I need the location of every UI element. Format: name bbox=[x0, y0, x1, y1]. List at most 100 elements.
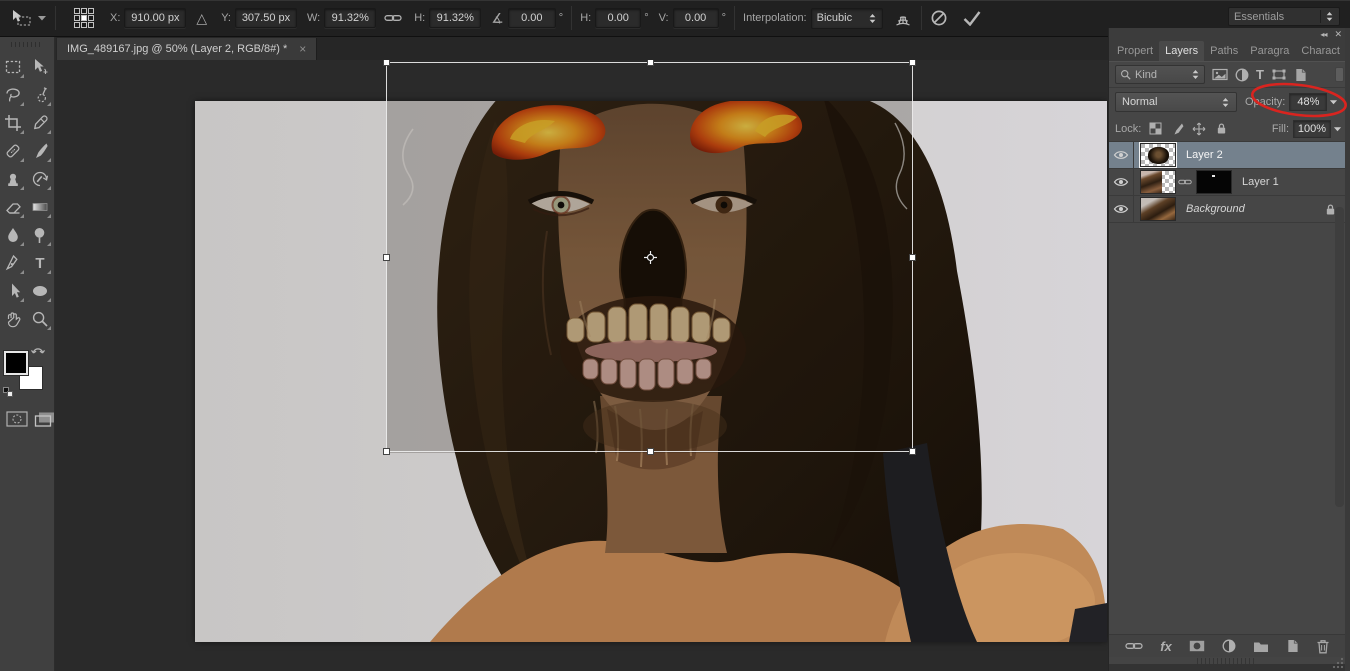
history-brush-tool[interactable] bbox=[27, 165, 53, 193]
v-skew-field[interactable]: 0.00 bbox=[673, 8, 719, 28]
clone-stamp-tool[interactable] bbox=[0, 165, 26, 193]
commit-transform-icon[interactable] bbox=[962, 10, 982, 26]
tab-paragraph[interactable]: Paragra bbox=[1244, 41, 1295, 61]
layer-name[interactable]: Layer 1 bbox=[1242, 176, 1279, 188]
layers-scrollbar[interactable] bbox=[1335, 207, 1344, 507]
pen-tool[interactable] bbox=[0, 249, 26, 277]
new-layer-icon[interactable] bbox=[1286, 639, 1299, 653]
transform-handle-top-right[interactable] bbox=[909, 60, 916, 66]
interpolation-dropdown[interactable]: Bicubic bbox=[811, 8, 883, 29]
eyedropper-tool[interactable] bbox=[27, 109, 53, 137]
transform-handle-middle-right[interactable] bbox=[909, 254, 916, 261]
layer-style-fx-icon[interactable]: fx bbox=[1160, 639, 1172, 654]
rectangular-marquee-tool[interactable] bbox=[0, 53, 26, 81]
fill-dropdown-arrow[interactable] bbox=[1331, 120, 1344, 138]
layer-name[interactable]: Layer 2 bbox=[1186, 149, 1223, 161]
blur-tool[interactable] bbox=[0, 221, 26, 249]
relative-position-delta-icon[interactable]: △ bbox=[196, 10, 207, 27]
layer-name[interactable]: Background bbox=[1186, 203, 1245, 215]
new-adjustment-layer-icon[interactable] bbox=[1222, 639, 1236, 653]
filter-adjustment-layers-icon[interactable] bbox=[1235, 68, 1249, 82]
swap-colors-icon[interactable] bbox=[31, 345, 45, 355]
lock-position-icon[interactable] bbox=[1191, 121, 1207, 137]
free-transform-bounding-box[interactable] bbox=[386, 62, 913, 452]
close-panel-icon[interactable]: ✕ bbox=[1334, 29, 1342, 40]
collapse-panels-icon[interactable]: ◂◂ bbox=[1320, 30, 1326, 39]
add-layer-mask-icon[interactable] bbox=[1189, 640, 1205, 652]
opacity-value[interactable]: 48% bbox=[1289, 93, 1327, 111]
transform-handle-middle-left[interactable] bbox=[383, 254, 390, 261]
quick-mask-mode-button[interactable] bbox=[6, 411, 28, 427]
layer1-thumbnail[interactable] bbox=[1140, 170, 1176, 194]
tool-preset-caret-icon[interactable] bbox=[37, 15, 47, 21]
filter-pixel-layers-icon[interactable] bbox=[1212, 68, 1228, 81]
ellipse-tool[interactable] bbox=[27, 277, 53, 305]
dodge-tool[interactable] bbox=[27, 221, 53, 249]
tab-layers[interactable]: Layers bbox=[1159, 41, 1204, 61]
quick-selection-tool[interactable] bbox=[27, 81, 53, 109]
delete-layer-icon[interactable] bbox=[1316, 639, 1330, 654]
transform-handle-top-center[interactable] bbox=[647, 60, 654, 66]
tab-properties[interactable]: Propert bbox=[1111, 41, 1159, 61]
current-tool-icon[interactable] bbox=[8, 8, 34, 28]
tab-close-icon[interactable]: × bbox=[299, 42, 306, 56]
transform-reference-point[interactable] bbox=[644, 251, 657, 264]
fill-value[interactable]: 100% bbox=[1293, 120, 1331, 138]
lock-transparent-pixels-icon[interactable] bbox=[1147, 121, 1163, 137]
link-layers-icon[interactable] bbox=[1125, 641, 1143, 651]
default-colors-icon[interactable] bbox=[3, 387, 13, 397]
reference-point-locator[interactable] bbox=[74, 8, 94, 28]
visibility-eye-icon[interactable] bbox=[1109, 142, 1134, 168]
zoom-tool[interactable] bbox=[27, 305, 53, 333]
path-selection-tool[interactable] bbox=[0, 277, 26, 305]
lock-all-icon[interactable] bbox=[1213, 121, 1229, 137]
new-group-icon[interactable] bbox=[1253, 640, 1269, 653]
filter-toggle-switch[interactable] bbox=[1335, 67, 1344, 82]
cancel-transform-icon[interactable] bbox=[930, 9, 948, 27]
filter-type-layers-icon[interactable]: T bbox=[1256, 68, 1264, 81]
visibility-eye-icon[interactable] bbox=[1109, 169, 1134, 195]
brush-tool[interactable] bbox=[27, 137, 53, 165]
screen-mode-button[interactable] bbox=[34, 411, 56, 427]
x-position-field[interactable]: 910.00 px bbox=[124, 8, 186, 28]
layer-filter-kind-dropdown[interactable]: Kind bbox=[1115, 65, 1205, 84]
transform-handle-bottom-left[interactable] bbox=[383, 448, 390, 455]
tab-character[interactable]: Charact bbox=[1295, 41, 1346, 61]
warp-mode-toggle-icon[interactable] bbox=[893, 9, 913, 27]
layer1-mask-thumbnail[interactable] bbox=[1196, 170, 1232, 194]
toolbox-grip[interactable] bbox=[11, 42, 43, 47]
spot-healing-brush-tool[interactable] bbox=[0, 137, 26, 165]
mask-link-icon[interactable] bbox=[1178, 178, 1192, 186]
transform-handle-bottom-center[interactable] bbox=[647, 448, 654, 455]
canvas-pasteboard[interactable] bbox=[56, 60, 1108, 671]
window-resize-grip[interactable] bbox=[1332, 657, 1344, 669]
rotation-angle-field[interactable]: 0.00 bbox=[508, 8, 556, 28]
filter-smart-objects-icon[interactable] bbox=[1294, 68, 1307, 82]
filter-shape-layers-icon[interactable] bbox=[1271, 68, 1287, 81]
blend-mode-dropdown[interactable]: Normal bbox=[1115, 92, 1237, 112]
layer-row-layer2[interactable]: Layer 2 bbox=[1109, 142, 1350, 169]
layer-row-background[interactable]: Background bbox=[1109, 196, 1350, 223]
workspace-switcher[interactable]: Essentials bbox=[1228, 7, 1340, 26]
lock-image-pixels-icon[interactable] bbox=[1169, 121, 1185, 137]
eraser-tool[interactable] bbox=[0, 193, 26, 221]
opacity-dropdown-arrow[interactable] bbox=[1327, 93, 1340, 111]
crop-tool[interactable] bbox=[0, 109, 26, 137]
visibility-eye-icon[interactable] bbox=[1109, 196, 1134, 222]
foreground-color-swatch[interactable] bbox=[4, 351, 28, 375]
hand-tool[interactable] bbox=[0, 305, 26, 333]
transform-handle-top-left[interactable] bbox=[383, 60, 390, 66]
height-field[interactable]: 91.32% bbox=[429, 8, 481, 28]
maintain-aspect-link-icon[interactable] bbox=[384, 13, 402, 23]
tab-paths[interactable]: Paths bbox=[1204, 41, 1244, 61]
gradient-tool[interactable] bbox=[27, 193, 53, 221]
layer2-thumbnail[interactable] bbox=[1140, 143, 1176, 167]
transform-handle-bottom-right[interactable] bbox=[909, 448, 916, 455]
width-field[interactable]: 91.32% bbox=[324, 8, 376, 28]
move-tool[interactable] bbox=[27, 53, 53, 81]
y-position-field[interactable]: 307.50 px bbox=[235, 8, 297, 28]
h-skew-field[interactable]: 0.00 bbox=[595, 8, 641, 28]
horizontal-type-tool[interactable]: T bbox=[27, 249, 53, 277]
background-thumbnail[interactable] bbox=[1140, 197, 1176, 221]
layer-row-layer1[interactable]: Layer 1 bbox=[1109, 169, 1350, 196]
